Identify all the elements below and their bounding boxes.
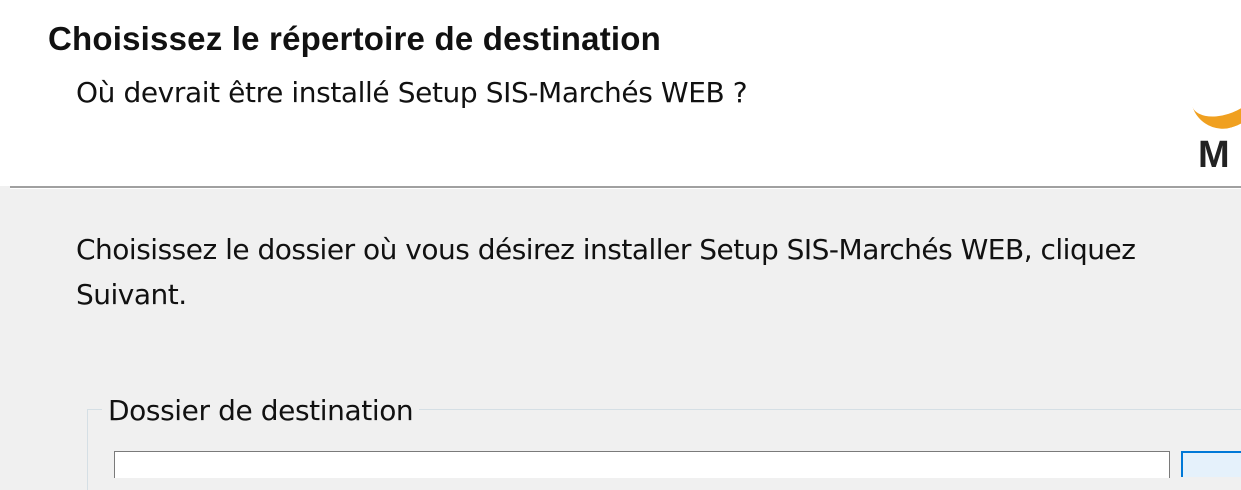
product-logo: M [1180,60,1241,186]
wizard-content: Choisissez le dossier où vous désirez in… [0,189,1241,490]
page-subtitle: Où devrait être installé Setup SIS-March… [76,76,748,109]
logo-letter: M [1198,134,1230,176]
browse-button[interactable] [1181,451,1241,477]
destination-path-input[interactable] [114,451,1170,478]
instruction-line-1: Choisissez le dossier où vous désirez in… [76,233,1136,266]
instruction-line-2: Suivant. [76,278,187,311]
wizard-header: Choisissez le répertoire de destination … [0,0,1241,186]
logo-swoosh-icon [1185,60,1241,138]
destination-group-label: Dossier de destination [102,394,420,427]
page-title: Choisissez le répertoire de destination [48,20,661,57]
instruction-text: Choisissez le dossier où vous désirez in… [76,227,1241,317]
